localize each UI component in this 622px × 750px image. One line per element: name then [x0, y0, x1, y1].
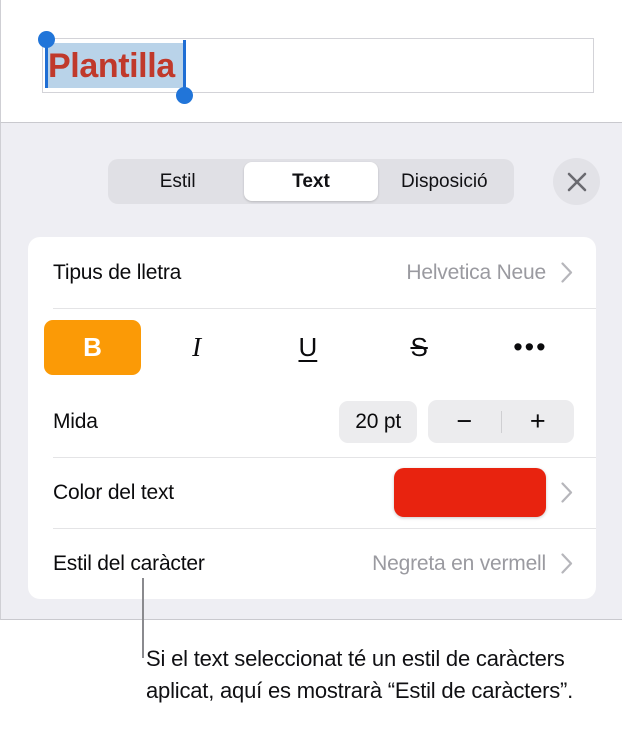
tab-estil[interactable]: Estil	[111, 162, 244, 201]
more-options-button[interactable]: •••	[475, 320, 586, 375]
tab-disposicio[interactable]: Disposició	[378, 162, 511, 201]
size-row: Mida 20 pt − +	[28, 386, 596, 457]
screenshot-root: Plantilla Tipus de lletra Helvetica Neue…	[0, 0, 622, 750]
chevron-right-icon	[560, 262, 574, 283]
bold-button[interactable]: B	[44, 319, 141, 375]
inspector-tab-bar: Estil Text Disposició	[108, 159, 514, 204]
underline-button[interactable]: U	[252, 320, 363, 375]
size-decrement-button[interactable]: −	[428, 400, 501, 443]
text-color-swatch[interactable]	[394, 468, 546, 517]
selection-bar-end	[183, 40, 186, 88]
selection-handle-end[interactable]	[176, 87, 193, 104]
size-row-label: Mida	[53, 409, 98, 433]
character-style-row-label: Estil del caràcter	[53, 551, 205, 575]
font-row[interactable]: Tipus de lletra Helvetica Neue	[28, 237, 596, 308]
size-increment-button[interactable]: +	[502, 400, 575, 443]
character-style-row-value: Negreta en vermell	[372, 551, 546, 575]
format-buttons-row: B I U S •••	[28, 308, 596, 386]
tab-text[interactable]: Text	[244, 162, 378, 201]
font-row-value: Helvetica Neue	[406, 260, 546, 284]
document-canvas: Plantilla	[0, 0, 622, 122]
character-style-row[interactable]: Estil del caràcter Negreta en vermell	[28, 528, 596, 599]
italic-button[interactable]: I	[141, 320, 252, 375]
strikethrough-button[interactable]: S	[364, 320, 475, 375]
selection-handle-start[interactable]	[38, 31, 55, 48]
text-color-row[interactable]: Color del text	[28, 457, 596, 528]
close-icon	[565, 170, 589, 194]
text-color-row-label: Color del text	[53, 480, 174, 504]
document-text[interactable]: Plantilla	[48, 44, 175, 88]
chevron-right-icon	[560, 482, 574, 503]
chevron-right-icon	[560, 553, 574, 574]
callout-leader-line	[142, 578, 144, 658]
size-stepper: − +	[428, 400, 574, 443]
size-value-field[interactable]: 20 pt	[339, 400, 417, 443]
text-options-card: Tipus de lletra Helvetica Neue B I U S •…	[28, 237, 596, 599]
callout-caption: Si el text seleccionat té un estil de ca…	[146, 646, 574, 703]
close-button[interactable]	[553, 158, 600, 205]
font-row-label: Tipus de lletra	[53, 260, 182, 284]
